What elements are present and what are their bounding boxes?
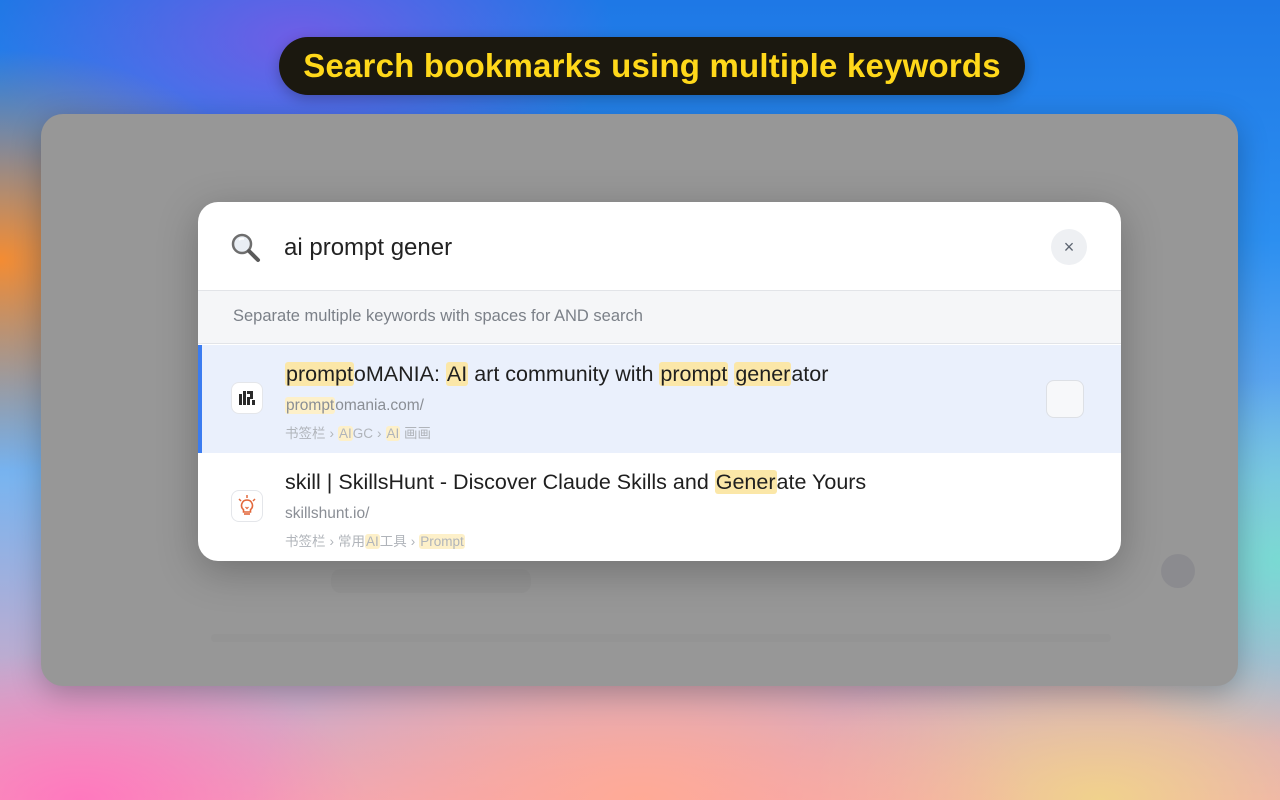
promptomania-logo-icon: [232, 383, 262, 413]
url-text: skillshunt.io/: [285, 505, 370, 522]
search-icon: [231, 233, 260, 262]
folder-name: 工具: [379, 534, 407, 549]
hint-text: Separate multiple keywords with spaces f…: [233, 307, 643, 325]
title-text: art community with: [468, 362, 660, 386]
blurred-row: [211, 634, 1111, 642]
clear-search-button[interactable]: ×: [1051, 229, 1087, 265]
folder-name: GC: [352, 426, 374, 441]
banner-title: Search bookmarks using multiple keywords: [303, 47, 1001, 84]
banner: Search bookmarks using multiple keywords: [279, 37, 1025, 95]
keyword-highlight: Prompt: [419, 534, 465, 549]
title-text: skill | SkillsHunt - Discover Claude Ski…: [285, 470, 715, 494]
search-input[interactable]: [284, 228, 1024, 268]
search-bar: ×: [198, 202, 1121, 290]
result-url: promptomania.com/: [285, 397, 424, 415]
title-text: ate Yours: [776, 470, 867, 494]
result-folder-path: 书签栏 › AIGC › AI 画画: [285, 422, 431, 442]
blurred-label: [331, 569, 531, 593]
folder-name: 书签栏: [285, 534, 326, 549]
keyword-highlight: Gener: [714, 470, 777, 494]
search-hint: Separate multiple keywords with spaces f…: [198, 290, 1121, 344]
result-url: skillshunt.io/: [285, 505, 369, 523]
path-separator: ›: [329, 534, 335, 549]
result-title: skill | SkillsHunt - Discover Claude Ski…: [285, 470, 866, 495]
result-item-skillshunt[interactable]: skill | SkillsHunt - Discover Claude Ski…: [198, 453, 1121, 561]
keyword-highlight: AI: [365, 534, 380, 549]
keyword-highlight: gener: [734, 362, 792, 386]
result-action-button[interactable]: [1046, 380, 1084, 418]
path-separator: ›: [329, 426, 335, 441]
keyword-highlight: prompt: [285, 397, 336, 414]
path-separator: ›: [410, 534, 416, 549]
search-dialog: × Separate multiple keywords with spaces…: [198, 202, 1121, 561]
folder-name: 书签栏: [285, 426, 326, 441]
keyword-highlight: prompt: [285, 362, 354, 386]
title-text: oMANIA:: [353, 362, 446, 386]
keyword-highlight: AI: [338, 426, 353, 441]
keyword-highlight: AI: [385, 426, 401, 441]
blurred-avatar: [1161, 554, 1195, 588]
result-title: promptoMANIA: AI art community with prom…: [285, 362, 828, 387]
folder-name: 画画: [400, 426, 432, 441]
folder-name: 常用: [338, 534, 365, 549]
lightbulb-icon: [232, 491, 262, 521]
path-separator: ›: [377, 426, 382, 441]
url-text: omania.com/: [335, 397, 424, 414]
close-icon: ×: [1063, 236, 1075, 257]
result-item-promptomania[interactable]: promptoMANIA: AI art community with prom…: [198, 345, 1121, 453]
keyword-highlight: AI: [445, 362, 469, 386]
result-folder-path: 书签栏 › 常用AI工具 › Prompt: [285, 530, 465, 550]
title-text: ator: [791, 362, 829, 386]
keyword-highlight: prompt: [659, 362, 729, 386]
